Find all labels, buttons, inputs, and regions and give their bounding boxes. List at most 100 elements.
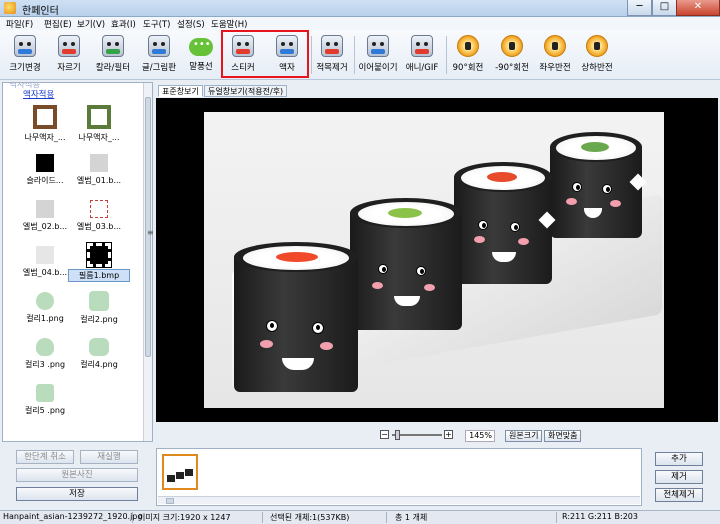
item-label: 컬리4.png — [80, 360, 118, 369]
sushi-roll — [454, 162, 552, 284]
list-item-selected[interactable]: 필름1.bmp — [68, 239, 130, 285]
item-label: 컬리3 .png — [24, 360, 66, 369]
status-selected: 선택된 개체:1(537KB) — [270, 513, 350, 522]
image-list[interactable] — [156, 448, 642, 506]
flip-vertical-label: 상하반전 — [581, 63, 613, 73]
album-thumbnail — [36, 200, 54, 218]
resize-label: 크기변경 — [9, 63, 41, 73]
app-icon — [4, 2, 16, 14]
speech-bubble-button[interactable]: 말풍선 — [186, 35, 216, 77]
join-button[interactable]: 이어붙이기 — [358, 35, 398, 77]
redeye-icon — [321, 35, 343, 57]
minimize-button[interactable]: ─ — [627, 0, 652, 16]
sushi-photo — [204, 112, 664, 408]
rotate-90-button[interactable]: 90°회전 — [451, 35, 485, 77]
sticker-frame-highlight-box — [221, 30, 309, 78]
rotate-right-icon — [457, 35, 479, 57]
status-rgb: R:211 G:211 B:203 — [562, 512, 638, 521]
scrollbar-thumb[interactable] — [145, 97, 151, 357]
undo-button[interactable]: 한단계 취소 — [16, 450, 74, 464]
image-list-scrollbar[interactable] — [158, 496, 640, 504]
remove-button[interactable]: 제거 — [655, 470, 703, 484]
rotate-left-icon — [501, 35, 523, 57]
list-item[interactable]: 컬리1.png — [15, 285, 75, 331]
item-label: 엘범_01.b... — [76, 176, 122, 185]
text-drawing-button[interactable]: 글/그림판 — [139, 35, 179, 77]
menu-settings[interactable]: 설정(S) — [177, 18, 205, 30]
remove-all-button[interactable]: 전체제거 — [655, 488, 703, 502]
list-item[interactable]: 슬라이드... — [15, 147, 75, 193]
tab-dual-view[interactable]: 듀얼창보기(적용전/후) — [204, 85, 288, 97]
sushi-roll — [550, 132, 642, 238]
save-button[interactable]: 저장 — [16, 487, 138, 501]
menu-effects[interactable]: 효과(I) — [111, 18, 136, 30]
add-button[interactable]: 추가 — [655, 452, 703, 466]
toolbar-divider — [311, 36, 312, 74]
resize-icon — [14, 35, 36, 57]
list-item[interactable]: 컬리3 .png — [15, 331, 75, 377]
tab-standard-view[interactable]: 표준창보기 — [158, 85, 203, 97]
redo-button[interactable]: 재실행 — [80, 450, 138, 464]
menu-edit[interactable]: 편집(E) — [44, 18, 72, 30]
original-size-button[interactable]: 원본크기 — [505, 430, 543, 442]
join-icon — [367, 35, 389, 57]
flip-vertical-button[interactable]: 상하반전 — [578, 35, 616, 77]
album-thumbnail — [36, 246, 54, 264]
resize-button[interactable]: 크기변경 — [8, 35, 42, 77]
list-item[interactable]: 나무액자_... — [15, 101, 75, 147]
item-label: 필름1.bmp — [68, 269, 130, 282]
sushi-roll — [350, 198, 462, 330]
menu-help[interactable]: 도움말(H) — [211, 18, 247, 30]
toolbar-divider — [446, 36, 447, 74]
animated-gif-label: 애니/GIF — [405, 63, 439, 73]
menu-view[interactable]: 보기(V) — [77, 18, 105, 30]
panel-scrollbar[interactable] — [143, 83, 152, 441]
zoom-in-button[interactable]: + — [444, 430, 453, 439]
title-bar: 한페인터 ─ □ ✕ — [0, 0, 720, 17]
zoom-out-button[interactable]: − — [380, 430, 389, 439]
wood-frame-thumbnail — [33, 105, 57, 129]
maximize-button[interactable]: □ — [652, 0, 677, 16]
image-thumbnail-selected[interactable] — [162, 454, 198, 490]
menu-file[interactable]: 파일(F) — [6, 18, 33, 30]
color-filter-button[interactable]: 칼라/필터 — [93, 35, 133, 77]
speech-bubble-label: 말풍선 — [189, 62, 213, 72]
list-item[interactable]: 엘범_03.b... — [69, 193, 129, 239]
menu-tools[interactable]: 도구(T) — [143, 18, 170, 30]
list-item[interactable]: 컬리5 .png — [15, 377, 75, 423]
join-label: 이어붙이기 — [358, 63, 398, 73]
list-item[interactable]: 나무액자_... — [69, 101, 129, 147]
item-label: 컬리5 .png — [24, 406, 66, 415]
item-label: 나무액자_... — [24, 133, 66, 142]
list-item[interactable]: 엘범_02.b... — [15, 193, 75, 239]
item-label: 엘범_03.b... — [76, 222, 122, 231]
panel-header[interactable]: 액자적용 — [23, 88, 54, 100]
text-drawing-icon — [148, 35, 170, 57]
rotate-90-label: 90°회전 — [452, 63, 484, 73]
menu-bar: 파일(F) 편집(E) 보기(V) 효과(I) 도구(T) 설정(S) 도움말(… — [0, 17, 720, 30]
redeye-label: 적목제거 — [316, 63, 348, 73]
flip-horizontal-button[interactable]: 좌우반전 — [537, 35, 573, 77]
item-label: 컬리2.png — [80, 315, 118, 324]
sushi-roll — [234, 242, 358, 392]
original-photo-button[interactable]: 원본사진 — [16, 468, 138, 482]
redeye-button[interactable]: 적목제거 — [315, 35, 349, 77]
status-image-size: 이미지 크기:1920 x 1247 — [138, 513, 231, 522]
splitter-handle[interactable]: ≡ — [147, 228, 154, 237]
speech-bubble-icon — [189, 38, 213, 56]
wood-frame-thumbnail — [87, 105, 111, 129]
gif-icon — [411, 35, 433, 57]
list-item[interactable]: 엘범_04.b... — [15, 239, 75, 285]
crop-button[interactable]: 자르기 — [54, 35, 84, 77]
list-item[interactable]: 컬리2.png — [69, 285, 129, 331]
scrollbar-thumb[interactable] — [166, 498, 174, 504]
animated-gif-button[interactable]: 애니/GIF — [404, 35, 440, 77]
zoom-slider-thumb[interactable] — [395, 430, 400, 440]
status-filename: Hanpaint_asian-1239272_1920.jpg — [3, 512, 143, 521]
list-item[interactable]: 엘범_01.b... — [69, 147, 129, 193]
album-thumbnail — [90, 154, 108, 172]
close-button[interactable]: ✕ — [676, 0, 720, 16]
fit-screen-button[interactable]: 화면맞춤 — [544, 430, 582, 442]
list-item[interactable]: 컬리4.png — [69, 331, 129, 377]
rotate-minus-90-button[interactable]: -90°회전 — [493, 35, 531, 77]
